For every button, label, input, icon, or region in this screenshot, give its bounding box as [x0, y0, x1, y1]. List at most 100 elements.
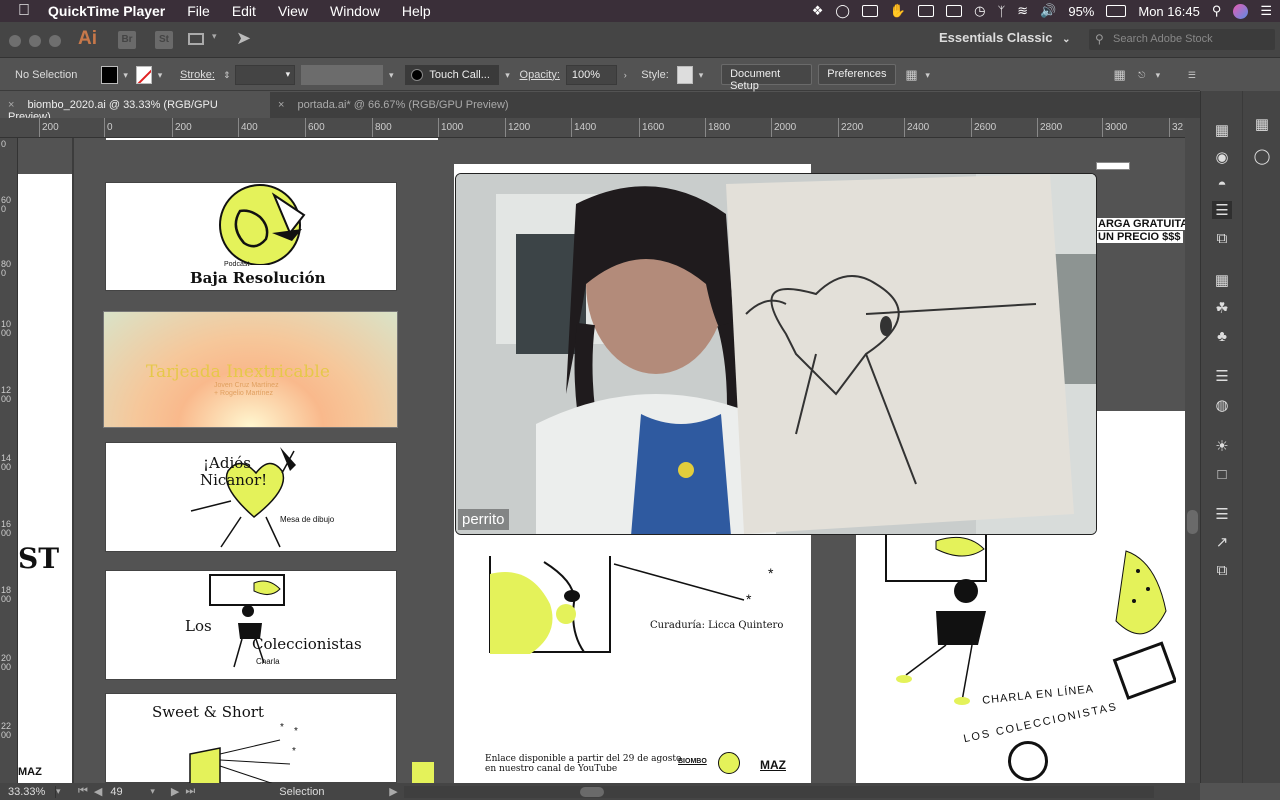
menu-help[interactable]: Help: [402, 3, 431, 19]
zoom-level[interactable]: 33.33%: [0, 785, 56, 798]
style-dropdown[interactable]: ▾: [693, 65, 709, 85]
creative-cloud-icon[interactable]: ◯: [835, 3, 850, 19]
align-icon[interactable]: ⎋: [1134, 65, 1150, 85]
stroke-label[interactable]: Stroke:: [180, 69, 215, 81]
export-icon[interactable]: ↗: [1212, 533, 1232, 551]
workspace-switcher[interactable]: Essentials Classic ⌄: [939, 30, 1070, 45]
menu-window[interactable]: Window: [330, 3, 380, 19]
color-icon[interactable]: ◉: [1212, 148, 1232, 166]
first-artboard-icon[interactable]: ⏮: [78, 785, 88, 798]
menu-file[interactable]: File: [187, 3, 210, 19]
style-swatch[interactable]: [676, 65, 694, 84]
scroll-thumb[interactable]: [579, 786, 604, 797]
airplay-icon[interactable]: [918, 5, 935, 17]
stroke-swatch[interactable]: [135, 65, 152, 84]
align-panel-icon[interactable]: ☰: [1212, 201, 1232, 219]
stroke-panel-icon[interactable]: ☰: [1212, 367, 1232, 385]
scroll-thumb[interactable]: [1187, 510, 1198, 534]
horizontal-ruler[interactable]: 200 0 200 400 600 800 1000 1200 1400 1600 1800 2000…: [0, 118, 1185, 138]
prev-artboard-icon[interactable]: ◀: [94, 785, 102, 798]
display-icon[interactable]: [861, 5, 878, 17]
spotlight-icon[interactable]: ⚲: [1212, 3, 1222, 19]
vertical-ruler[interactable]: 0 600 800 1000 1200 1400 1600 1800 2000 2200: [0, 138, 18, 783]
appearance-icon[interactable]: ◍: [1212, 396, 1232, 414]
brush-definition[interactable]: Touch Call...: [405, 64, 500, 85]
app-menu[interactable]: QuickTime Player: [48, 3, 165, 19]
graphic-styles-icon[interactable]: ☀: [1212, 437, 1232, 455]
brush-dropdown[interactable]: ▾: [499, 65, 515, 85]
notification-center-icon[interactable]: ☰: [1260, 3, 1272, 19]
pathfinder-icon[interactable]: ⧉: [1212, 229, 1232, 247]
layers-icon[interactable]: ☰: [1212, 505, 1232, 523]
arrange-icon[interactable]: ▦: [904, 65, 920, 85]
time-machine-icon[interactable]: ◷: [974, 3, 985, 19]
transform-icon[interactable]: ▦: [1212, 121, 1232, 139]
chevron-down-icon[interactable]: ▾: [150, 786, 155, 797]
cc-libraries-icon[interactable]: ◯: [1252, 147, 1272, 165]
chevron-down-icon[interactable]: ▾: [56, 786, 70, 797]
artboards-icon[interactable]: ⧉: [1212, 561, 1232, 579]
brushes-icon[interactable]: ▦: [1212, 271, 1232, 289]
fill-dropdown[interactable]: ▾: [118, 65, 134, 85]
fill-swatch[interactable]: [101, 65, 118, 84]
swatches-icon[interactable]: ◓: [1212, 175, 1232, 193]
minimize-window-button[interactable]: [29, 35, 41, 47]
menu-view[interactable]: View: [278, 3, 308, 19]
clubs-icon[interactable]: ♣: [1212, 327, 1232, 345]
artboard-sweet-short[interactable]: Sweet & Short * * *: [105, 693, 397, 783]
horizontal-scrollbar[interactable]: [403, 785, 1154, 798]
artboard-coleccionistas[interactable]: Los Coleccionistas Charla: [105, 570, 397, 680]
small-artboard-marker[interactable]: [1096, 162, 1130, 170]
siri-icon[interactable]: [1233, 3, 1249, 19]
stroke-stepper[interactable]: ⇕: [219, 65, 235, 85]
zoom-window-button[interactable]: [49, 35, 61, 47]
artboard-sunset[interactable]: Tarjeada Inextricable Joven Cruz Martíne…: [103, 311, 398, 428]
apple-icon[interactable]: : [18, 2, 30, 20]
volume-icon[interactable]: 🔊: [1040, 3, 1056, 19]
hand-icon[interactable]: ✋: [890, 3, 906, 19]
vertical-scrollbar[interactable]: [1185, 118, 1200, 783]
asset-export-icon[interactable]: □: [1212, 465, 1232, 483]
gpu-performance-icon[interactable]: ➤: [236, 28, 251, 49]
opacity-field[interactable]: 100%: [565, 64, 618, 85]
close-window-button[interactable]: [9, 35, 21, 47]
chevron-down-icon[interactable]: ▾: [1150, 65, 1166, 85]
chevron-down-icon[interactable]: ▾: [920, 65, 936, 85]
close-tab-icon[interactable]: ×: [8, 99, 14, 111]
symbols-icon[interactable]: ☘: [1212, 299, 1232, 317]
stroke-dropdown[interactable]: ▾: [152, 65, 168, 85]
clock[interactable]: Mon 16:45: [1138, 4, 1199, 19]
artboard-number[interactable]: 49: [110, 786, 150, 798]
artboard-left[interactable]: ST MAZ: [18, 174, 72, 783]
yellow-swatch-shape[interactable]: [412, 762, 434, 783]
panel-menu-icon[interactable]: ☰: [1184, 65, 1200, 85]
arrange-documents-icon[interactable]: [188, 33, 204, 45]
stroke-weight-field[interactable]: ▾: [234, 64, 296, 85]
status-arrow-icon[interactable]: ▶: [389, 785, 397, 798]
document-setup-button[interactable]: Document Setup: [721, 64, 813, 92]
last-artboard-icon[interactable]: ⏭: [185, 785, 195, 798]
menu-edit[interactable]: Edit: [232, 3, 256, 19]
artboard-podcast[interactable]: Podcast Baja Resolución: [105, 182, 397, 291]
opacity-label[interactable]: Opacity:: [520, 69, 560, 81]
battery-percent[interactable]: 95%: [1068, 4, 1094, 19]
chevron-down-icon[interactable]: ▾: [212, 31, 217, 42]
tab-portada[interactable]: × portada.ai* @ 66.67% (RGB/GPU Preview): [270, 92, 530, 118]
stock-button[interactable]: St: [155, 31, 173, 49]
video-call-window[interactable]: perrito: [455, 173, 1097, 535]
stock-search-input[interactable]: ⚲ Search Adobe Stock: [1089, 29, 1275, 50]
artboard-adios[interactable]: ¡Adiós Nicanor! Mesa de dibujo: [105, 442, 397, 552]
dropbox-icon[interactable]: ❖: [812, 3, 824, 19]
bridge-button[interactable]: Br: [118, 31, 136, 49]
next-artboard-icon[interactable]: ▶: [171, 785, 179, 798]
close-tab-icon[interactable]: ×: [278, 99, 284, 111]
profile-dropdown[interactable]: ▾: [383, 65, 399, 85]
preferences-button[interactable]: Preferences: [818, 64, 896, 85]
tab-biombo[interactable]: × biombo_2020.ai @ 33.33% (RGB/GPU Previ…: [0, 92, 270, 123]
wifi-icon[interactable]: ≋: [1017, 3, 1028, 19]
calendar-icon[interactable]: [946, 5, 963, 17]
variable-width-profile[interactable]: [301, 64, 384, 85]
libraries-icon[interactable]: ▦: [1252, 115, 1272, 133]
bluetooth-icon[interactable]: ᛉ: [997, 4, 1005, 19]
grid-icon[interactable]: ▦: [1112, 65, 1128, 85]
